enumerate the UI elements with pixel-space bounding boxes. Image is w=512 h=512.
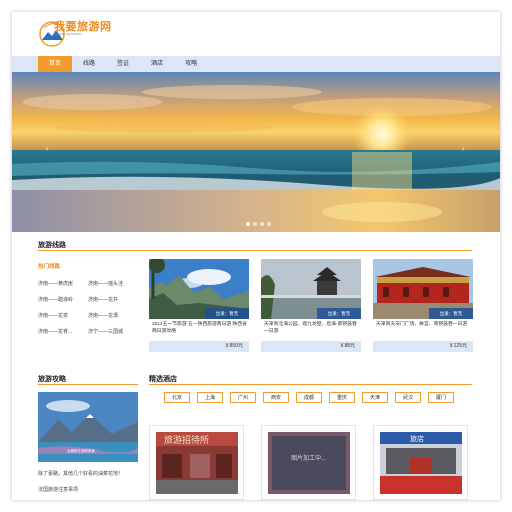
route-card-description: 天津到北海公园、观九龙壁、后海-南锣鼓巷一日游 [264,322,357,334]
header: 我要旅游网 TRAVEL NETWORK [12,12,500,56]
routes-divider [38,250,472,251]
route-card-description: 2014五一节旅游 五一陕西旅游两日游 陕西省两日游攻略 [152,322,247,334]
hotel-sign-text: 旅游招待所 [164,434,209,446]
route-card-description: 天津到天安门广场、故宫、南锣鼓巷一日游 [376,322,468,327]
nav-item-visa[interactable]: 签证 [106,56,140,72]
placeholder-text: 图片加工中... [291,454,327,462]
route-link[interactable]: 济南——瑶头洼 [88,280,123,287]
guides-section-title: 旅游攻略 [38,376,66,383]
route-card-image: 出发：暂无 [261,259,361,319]
hotel-sign-text: 旅店 [410,434,424,443]
nav-item-hotels[interactable]: 酒店 [140,56,174,72]
route-card-price: ￥125元 [373,341,473,352]
guides-divider [38,384,138,385]
city-filter-tianjin[interactable]: 天津 [362,392,388,403]
hotel-image-placeholder: 图片加工中... [268,432,350,494]
banner-prev-arrow[interactable]: ‹ [46,144,49,153]
banner-dot[interactable] [267,222,271,226]
page-frame: 我要旅游网 TRAVEL NETWORK 首页 线路 签证 酒店 攻略 ‹ › … [12,12,500,500]
city-filter-xiamen[interactable]: 厦门 [428,392,454,403]
route-card-price: ￥88元 [261,341,361,352]
route-card[interactable]: 出发：暂无 天津到北海公园、观九龙壁、后海-南锣鼓巷一日游 ￥88元 [261,259,361,353]
route-card[interactable]: 出发：暂无 2014五一节旅游 五一陕西旅游两日游 陕西省两日游攻略 ￥850元 [149,259,249,353]
city-filter-xian[interactable]: 西安 [263,392,289,403]
banner-next-arrow[interactable]: › [462,144,465,153]
hotel-card[interactable]: 旅店 [373,425,468,500]
banner-dot[interactable] [246,222,250,226]
banner-dot[interactable] [260,222,264,226]
departure-tag: 出发：暂无 [429,308,473,319]
route-link[interactable]: 济南——龙脊... [38,328,72,335]
hotel-image: 旅游招待所 [156,432,238,494]
nav-item-guides[interactable]: 攻略 [174,56,208,72]
guide-image-caption: 坐拥桃花源般美景 [67,449,95,453]
city-filter-wuhan[interactable]: 武汉 [395,392,421,403]
route-link[interactable]: 济南——龙泉 [38,312,68,319]
route-link[interactable]: 济南——龙潭 [88,312,118,319]
hotels-divider [149,384,472,385]
route-card-image: 出发：暂无 [373,259,473,319]
nav-item-home[interactable]: 首页 [38,56,73,72]
departure-tag: 出发：暂无 [205,308,249,319]
banner-dot[interactable] [253,222,257,226]
hot-routes-title: 热门线路 [38,264,61,270]
route-link[interactable]: 济南——黄虎崖 [38,280,73,287]
route-card[interactable]: 出发：暂无 天津到天安门广场、故宫、南锣鼓巷一日游 ￥125元 [373,259,473,353]
route-link[interactable]: 济南——踏浪岭 [38,296,73,303]
city-filter-chengdu[interactable]: 成都 [296,392,322,403]
routes-section-title: 旅游线路 [38,242,66,249]
city-filter-beijing[interactable]: 北京 [164,392,190,403]
route-card-price: ￥850元 [149,341,249,352]
departure-tag: 出发：暂无 [317,308,361,319]
route-link[interactable]: 济南——龙井 [88,296,118,303]
banner-dots [246,222,271,226]
main-nav: 首页 线路 签证 酒店 攻略 [12,56,500,72]
city-filter-guangzhou[interactable]: 广州 [230,392,256,403]
nav-item-routes[interactable]: 线路 [72,56,106,72]
city-filter-chongqing[interactable]: 重庆 [329,392,355,403]
sunset-beach-image [12,72,500,232]
hotel-card[interactable]: 图片加工中... [261,425,356,500]
route-link[interactable]: 济宁——三国城 [88,328,123,335]
hero-banner[interactable]: ‹ › [12,72,500,232]
logo-subtitle: TRAVEL NETWORK [54,32,82,36]
hotel-card[interactable]: 旅游招待所 [149,425,244,500]
route-card-image: 出发：暂无 [149,259,249,319]
city-filter-shanghai[interactable]: 上海 [197,392,223,403]
guide-link[interactable]: 法国旅游注意事项 [38,486,78,493]
guide-link[interactable]: 除了豪路，其他几个好看的油菜花地！ [38,470,123,477]
hotels-section-title: 精选酒店 [149,376,177,383]
hotel-image: 旅店 [380,432,462,494]
